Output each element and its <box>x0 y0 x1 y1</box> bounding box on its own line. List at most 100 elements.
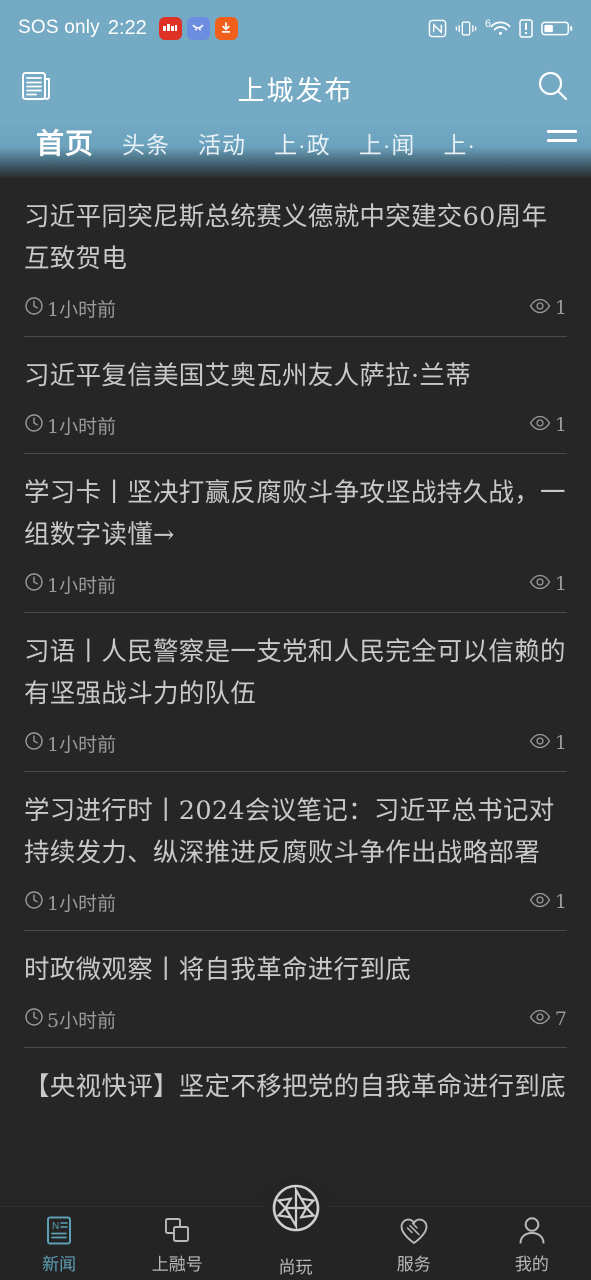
article-meta: 1小时前 1 <box>24 556 567 612</box>
clock-icon <box>24 731 44 756</box>
hamburger-menu-icon[interactable] <box>533 120 591 142</box>
clock-icon <box>24 296 44 321</box>
article-title: 时政微观察丨将自我革命进行到底 <box>24 955 412 985</box>
app-header: 上城发布 <box>0 56 591 120</box>
nav-item-rongmedia[interactable]: 上融号 <box>118 1207 236 1275</box>
tab-label-3: 上·政 <box>274 132 331 158</box>
article-title: 学习进行时丨2024会议笔记：习近平总书记对持续发力、纵深推进反腐败斗争作出战略… <box>24 796 555 868</box>
list-item[interactable]: 学习进行时丨2024会议笔记：习近平总书记对持续发力、纵深推进反腐败斗争作出战略… <box>0 772 591 930</box>
list-item[interactable]: 习语丨人民警察是一支党和人民完全可以信赖的有坚强战斗力的队伍 1小时前 1 <box>0 613 591 771</box>
article-title: 学习卡丨坚决打赢反腐败斗争攻坚战持久战，一组数字读懂→ <box>24 478 566 550</box>
heart-handshake-icon <box>398 1215 430 1247</box>
nav-item-play[interactable]: 尚玩 <box>236 1177 354 1278</box>
view-count-label: 1 <box>554 297 567 319</box>
tab-4[interactable]: 上·闻 <box>345 120 430 160</box>
view-count-label: 1 <box>554 414 567 436</box>
article-title: 习近平复信美国艾奥瓦州友人萨拉·兰蒂 <box>24 361 472 391</box>
list-item[interactable]: 习近平同突尼斯总统赛义德就中突建交60周年互致贺电 1小时前 1 <box>0 178 591 336</box>
status-bar-right: 6 <box>428 18 573 38</box>
article-meta: 1小时前 1 <box>24 397 567 453</box>
clock-icon <box>24 1007 44 1032</box>
article-meta: 1小时前 1 <box>24 280 567 336</box>
nav-label-profile: 我的 <box>514 1255 549 1275</box>
clock-label: 2:22 <box>107 16 147 39</box>
news-document-icon: N <box>44 1215 74 1247</box>
timestamp-label: 1小时前 <box>47 574 117 597</box>
tab-1[interactable]: 头条 <box>108 120 184 160</box>
nfc-icon <box>428 19 447 38</box>
tab-0[interactable]: 首页 <box>22 120 108 162</box>
tab-label-5: 上· <box>443 132 477 158</box>
article-title: 【央视快评】坚定不移把党的自我革命进行到底 <box>24 1072 566 1102</box>
status-bar-left: SOS only 2:22 <box>18 16 238 40</box>
menu-line-1 <box>547 130 577 133</box>
tab-label-2: 活动 <box>198 132 247 158</box>
sim-alert-icon <box>519 18 533 38</box>
view-count-label: 1 <box>554 891 567 913</box>
eye-icon <box>529 414 551 436</box>
article-meta: 1小时前 1 <box>24 715 567 771</box>
layers-copy-icon <box>162 1215 192 1247</box>
view-count-label: 7 <box>554 1008 567 1030</box>
wifi-6-icon: 6 <box>485 18 511 37</box>
battery-icon <box>541 20 573 37</box>
svg-text:N: N <box>52 1221 59 1232</box>
list-item[interactable]: 【央视快评】坚定不移把党的自我革命进行到底 <box>0 1048 591 1108</box>
timestamp-label: 1小时前 <box>47 892 117 915</box>
view-count: 1 <box>529 414 567 436</box>
view-count-label: 1 <box>554 732 567 754</box>
carrier-label: SOS only <box>18 17 100 38</box>
view-count: 7 <box>529 1008 567 1030</box>
eye-icon <box>529 891 551 913</box>
status-bar: SOS only 2:22 6 <box>0 0 591 56</box>
nav-item-service[interactable]: 服务 <box>355 1207 473 1275</box>
tab-3[interactable]: 上·政 <box>260 120 345 160</box>
timestamp: 1小时前 <box>24 412 116 439</box>
nav-label-play: 尚玩 <box>278 1258 313 1278</box>
article-meta: 1小时前 1 <box>24 874 567 930</box>
clock-icon <box>24 413 44 438</box>
blue-app-icon <box>186 16 210 40</box>
red-app-icon <box>158 16 182 40</box>
view-count: 1 <box>529 573 567 595</box>
eye-icon <box>529 297 551 319</box>
active-tab-indicator <box>48 160 82 162</box>
timestamp-label: 1小时前 <box>47 415 117 438</box>
vibrate-icon <box>455 19 477 38</box>
category-tabs: 首页 头条 活动 上·政 上·闻 上· <box>0 120 533 162</box>
app-root: SOS only 2:22 6 上城发布 首页 头条 活动 上·政 上·闻 上·… <box>0 0 591 1280</box>
tab-5[interactable]: 上· <box>429 120 490 160</box>
nav-label-service: 服务 <box>396 1255 431 1275</box>
nav-label-news: 新闻 <box>42 1255 77 1275</box>
nav-item-profile[interactable]: 我的 <box>473 1207 591 1275</box>
timestamp: 1小时前 <box>24 889 116 916</box>
download-icon <box>214 16 238 40</box>
camera-aperture-icon <box>264 1177 327 1239</box>
timestamp: 1小时前 <box>24 730 116 757</box>
article-title: 习近平同突尼斯总统赛义德就中突建交60周年互致贺电 <box>24 202 548 274</box>
clock-icon <box>24 890 44 915</box>
list-item[interactable]: 学习卡丨坚决打赢反腐败斗争攻坚战持久战，一组数字读懂→ 1小时前 1 <box>0 454 591 612</box>
menu-line-2 <box>547 139 577 142</box>
article-list[interactable]: 习近平同突尼斯总统赛义德就中突建交60周年互致贺电 1小时前 1 习近平复信美国… <box>0 178 591 1206</box>
tab-2[interactable]: 活动 <box>184 120 260 160</box>
view-count-label: 1 <box>554 573 567 595</box>
user-profile-icon <box>517 1215 547 1247</box>
timestamp: 5小时前 <box>24 1006 116 1033</box>
notification-icons <box>158 16 238 40</box>
bottom-nav-bar: N 新闻 上融号 尚玩 服务 我的 <box>0 1177 591 1280</box>
eye-icon <box>529 573 551 595</box>
article-meta: 5小时前 7 <box>24 991 567 1047</box>
newspaper-icon[interactable] <box>20 69 54 108</box>
list-item[interactable]: 时政微观察丨将自我革命进行到底 5小时前 7 <box>0 931 591 1047</box>
tab-label-4: 上·闻 <box>358 132 416 158</box>
timestamp-label: 1小时前 <box>47 298 117 321</box>
category-tab-bar: 首页 头条 活动 上·政 上·闻 上· <box>0 120 591 178</box>
tab-label-1: 头条 <box>122 132 171 158</box>
search-icon[interactable] <box>535 68 571 109</box>
nav-item-news[interactable]: N 新闻 <box>0 1207 118 1275</box>
list-item[interactable]: 习近平复信美国艾奥瓦州友人萨拉·兰蒂 1小时前 1 <box>0 337 591 453</box>
nav-label-rongmedia: 上融号 <box>151 1255 203 1275</box>
clock-icon <box>24 572 44 597</box>
timestamp: 1小时前 <box>24 295 116 322</box>
